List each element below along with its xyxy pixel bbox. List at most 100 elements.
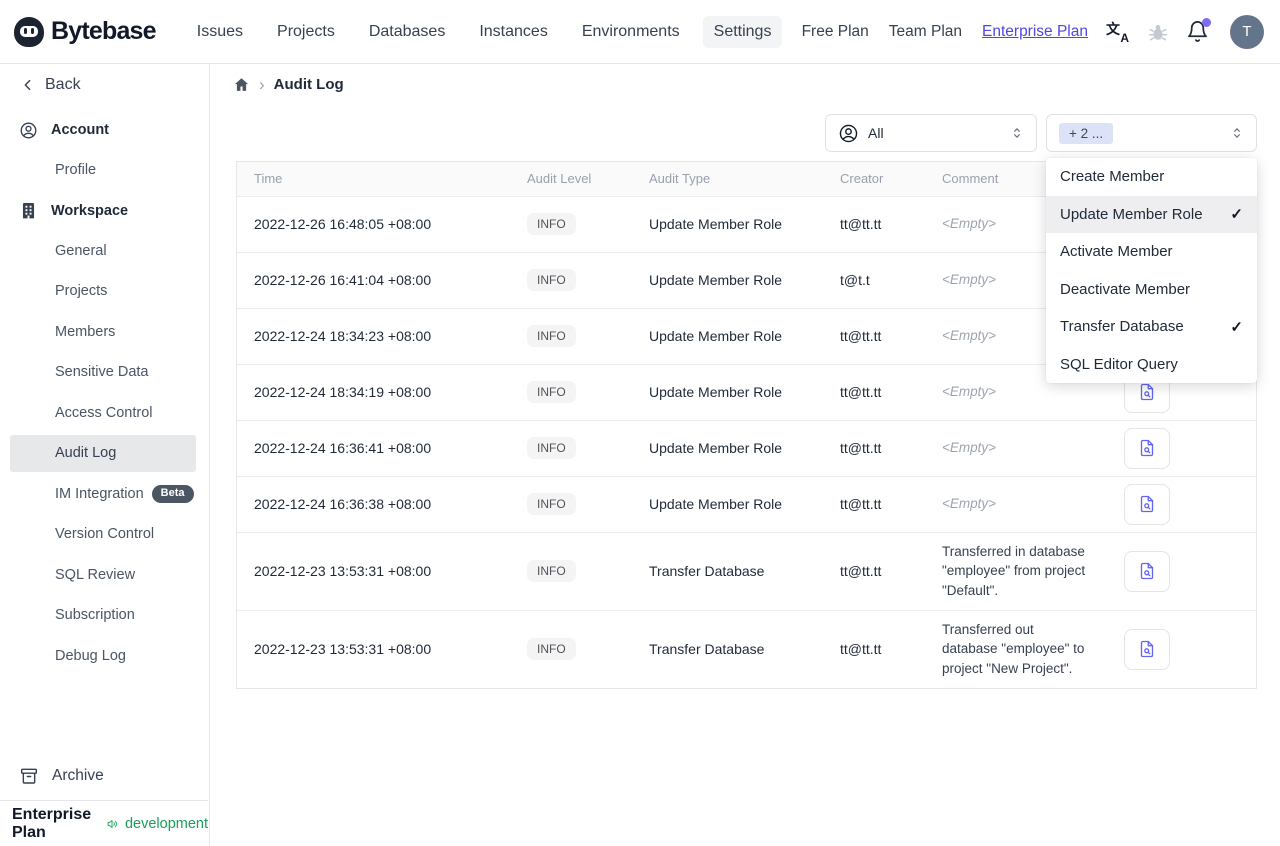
menu-item-activate-member[interactable]: Activate Member — [1046, 233, 1257, 271]
cell-time: 2022-12-24 16:36:41 +08:00 — [237, 419, 527, 476]
checkmark-icon: ✓ — [1230, 318, 1243, 336]
cell-comment: <Empty> — [942, 475, 1102, 532]
cell-creator: tt@tt.tt — [840, 531, 942, 610]
table-row: 2022-12-24 16:36:38 +08:00 INFO Update M… — [237, 475, 1256, 532]
file-search-icon — [1140, 495, 1154, 513]
breadcrumb-current: Audit Log — [273, 76, 344, 93]
sidebar-section-workspace[interactable]: Workspace — [0, 191, 209, 231]
home-icon[interactable] — [233, 76, 250, 93]
menu-item-label: Update Member Role — [1060, 205, 1203, 223]
sidebar-item-sql-review[interactable]: SQL Review — [0, 555, 209, 596]
bytebase-logo-icon — [14, 16, 44, 47]
cell-audit-type: Update Member Role — [649, 216, 783, 232]
cell-time: 2022-12-24 18:34:23 +08:00 — [237, 307, 527, 364]
plan-links: Free Plan Team Plan Enterprise Plan — [802, 23, 1088, 41]
filter-bar: All + 2 ... — [211, 114, 1280, 152]
audit-type-dropdown-menu: Create Member Update Member Role ✓ Activ… — [1046, 158, 1257, 383]
audit-level-badge: INFO — [527, 437, 576, 459]
view-detail-button[interactable] — [1124, 483, 1170, 525]
chevron-up-down-icon — [1010, 126, 1024, 140]
view-detail-button[interactable] — [1124, 427, 1170, 469]
audit-type-filter-value: + 2 ... — [1059, 122, 1114, 144]
menu-item-label: Create Member — [1060, 168, 1165, 186]
table-row: 2022-12-23 13:53:31 +08:00 INFO Transfer… — [237, 531, 1256, 610]
section-label: Account — [51, 122, 109, 138]
cell-audit-type: Transfer Database — [649, 531, 840, 610]
view-detail-button[interactable] — [1124, 550, 1170, 592]
cell-time: 2022-12-26 16:48:05 +08:00 — [254, 216, 432, 232]
cell-audit-type: Update Member Role — [649, 475, 840, 532]
menu-item-sql-editor-query[interactable]: SQL Editor Query — [1046, 346, 1257, 384]
cell-creator: t@t.t — [840, 251, 942, 308]
menu-item-transfer-database[interactable]: Transfer Database ✓ — [1046, 308, 1257, 346]
chevron-up-down-icon — [1230, 126, 1244, 140]
back-button[interactable]: Back — [0, 64, 209, 106]
audit-level-badge: INFO — [527, 638, 576, 661]
back-label: Back — [45, 76, 81, 93]
sidebar-item-subscription[interactable]: Subscription — [0, 595, 209, 636]
sidebar-item-access-control[interactable]: Access Control — [0, 393, 209, 434]
column-header-time: Time — [237, 162, 527, 197]
breadcrumb: › Audit Log — [211, 64, 1280, 105]
settings-sidebar: Back Account Profile Workspace General P… — [0, 64, 210, 846]
building-icon — [20, 202, 37, 219]
archive-box-icon — [20, 768, 38, 784]
sidebar-item-sensitive-data[interactable]: Sensitive Data — [0, 352, 209, 393]
cell-comment: Transferred out database "employee" to p… — [942, 609, 1102, 688]
notifications-bell-icon[interactable] — [1186, 18, 1211, 43]
sidebar-item-im-integration[interactable]: IM Integration Beta — [0, 474, 209, 515]
user-avatar[interactable]: T — [1230, 14, 1264, 49]
environment-tag: development — [124, 815, 208, 832]
section-label: Workspace — [51, 202, 129, 219]
view-detail-button[interactable] — [1124, 628, 1170, 670]
cell-creator: tt@tt.tt — [840, 419, 942, 476]
audit-type-filter-select[interactable]: + 2 ... — [1046, 114, 1257, 152]
nav-item-instances[interactable]: Instances — [468, 16, 558, 48]
creator-filter-value: All — [868, 125, 884, 141]
cell-audit-type: Transfer Database — [649, 609, 840, 688]
sidebar-item-profile[interactable]: Profile — [0, 150, 209, 191]
sidebar-item-archive[interactable]: Archive — [0, 758, 208, 794]
file-search-icon — [1140, 562, 1154, 580]
bug-report-icon[interactable] — [1147, 21, 1169, 43]
sidebar-footer: Enterprise Plan development — [0, 800, 208, 846]
sidebar-section-account[interactable]: Account — [0, 110, 209, 150]
menu-item-create-member[interactable]: Create Member — [1046, 158, 1257, 196]
column-header-creator: Creator — [840, 162, 942, 197]
menu-item-deactivate-member[interactable]: Deactivate Member — [1046, 271, 1257, 309]
column-header-audit-level: Audit Level — [527, 162, 649, 197]
sidebar-item-debug-log[interactable]: Debug Log — [0, 636, 209, 677]
nav-item-environments[interactable]: Environments — [571, 16, 691, 48]
cell-creator: tt@tt.tt — [840, 307, 942, 364]
user-circle-icon — [839, 124, 858, 142]
notification-dot — [1202, 18, 1211, 27]
cell-creator: tt@tt.tt — [840, 216, 882, 232]
free-plan-link[interactable]: Free Plan — [802, 23, 869, 41]
sidebar-item-members[interactable]: Members — [0, 312, 209, 353]
nav-item-databases[interactable]: Databases — [358, 16, 457, 48]
bytebase-logo[interactable]: Bytebase — [14, 16, 157, 47]
sidebar-item-general[interactable]: General — [0, 231, 209, 272]
current-plan-label: Enterprise Plan — [12, 805, 92, 841]
chevron-right-icon: › — [259, 75, 265, 94]
beta-badge: Beta — [151, 484, 194, 503]
nav-item-issues[interactable]: Issues — [186, 16, 254, 48]
nav-item-projects[interactable]: Projects — [266, 16, 346, 48]
creator-filter-select[interactable]: All — [825, 114, 1037, 152]
team-plan-link[interactable]: Team Plan — [889, 23, 962, 41]
sidebar-item-version-control[interactable]: Version Control — [0, 514, 209, 555]
column-header-audit-type: Audit Type — [649, 162, 840, 197]
cell-audit-type: Update Member Role — [649, 363, 840, 420]
enterprise-plan-link[interactable]: Enterprise Plan — [982, 23, 1088, 41]
sidebar-item-audit-log[interactable]: Audit Log — [10, 434, 196, 472]
menu-item-update-member-role[interactable]: Update Member Role ✓ — [1046, 195, 1257, 233]
sidebar-item-projects[interactable]: Projects — [0, 271, 209, 312]
cell-audit-type: Update Member Role — [649, 419, 840, 476]
language-switch-icon[interactable]: 文A — [1106, 20, 1130, 45]
file-search-icon — [1140, 439, 1154, 457]
menu-item-label: SQL Editor Query — [1060, 355, 1178, 373]
menu-item-label: Deactivate Member — [1060, 280, 1191, 298]
main-nav: Issues Projects Databases Instances Envi… — [186, 15, 783, 48]
audit-level-badge: INFO — [527, 381, 576, 403]
nav-item-settings[interactable]: Settings — [702, 15, 783, 48]
